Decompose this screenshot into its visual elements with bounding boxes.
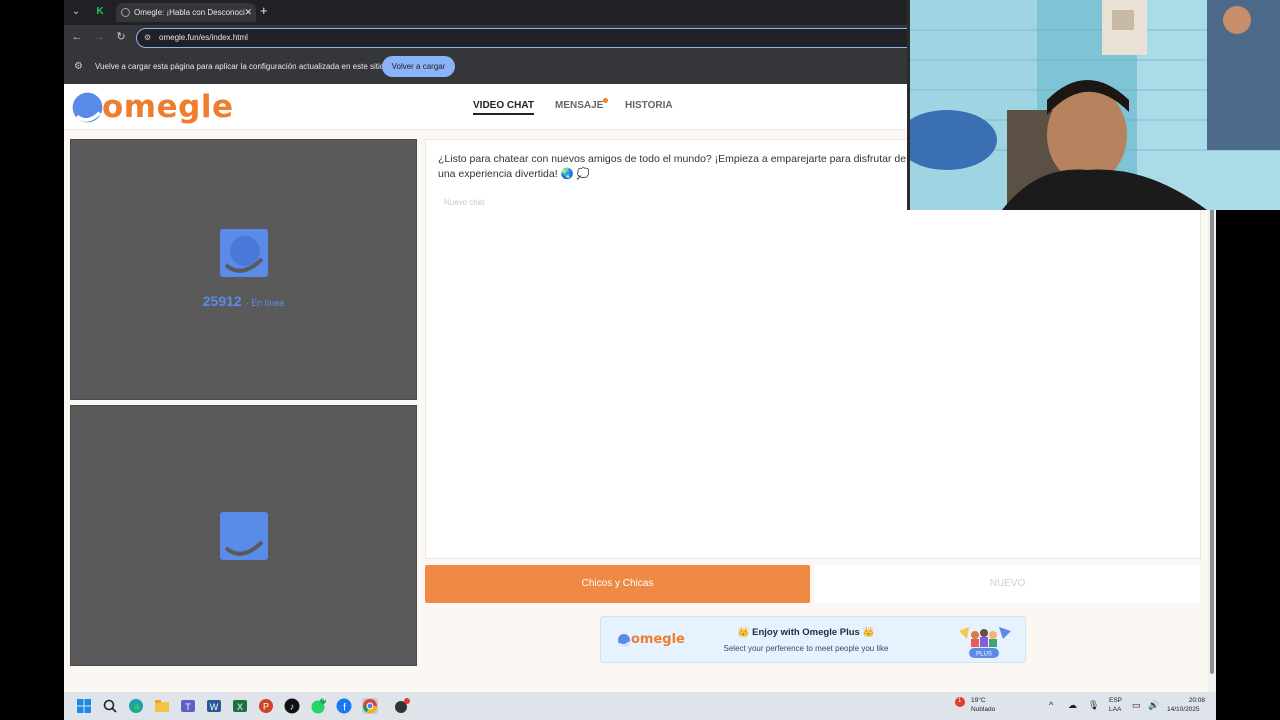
plus-badge: PLUS xyxy=(976,652,992,658)
microphone-icon[interactable]: 🎙 xyxy=(1088,701,1099,710)
tab-title: Omegle: ¡Habla con Desconoci xyxy=(134,8,245,17)
teams-icon[interactable]: T xyxy=(180,698,196,714)
language-bottom[interactable]: LAA xyxy=(1109,706,1121,714)
network-icon[interactable]: ▭ xyxy=(1132,701,1141,710)
banner-subtitle: Select your perference to meet people yo… xyxy=(723,644,889,653)
pinned-extension-icon[interactable]: K xyxy=(92,4,108,20)
word-icon[interactable]: W xyxy=(206,698,222,714)
volume-icon[interactable]: 🔊 xyxy=(1148,701,1159,710)
omegle-logo-icon xyxy=(72,92,103,122)
weather-desc: Nublado xyxy=(971,706,996,713)
whatsapp-badge: 4 xyxy=(322,697,326,703)
site-settings-icon[interactable]: ⚙ xyxy=(144,29,151,47)
infobar-message: Vuelve a cargar esta página para aplicar… xyxy=(95,62,385,71)
url-text: omegle.fun/es/index.html xyxy=(159,33,248,42)
clock-time[interactable]: 20:08 xyxy=(1183,697,1205,705)
chat-status-text: Nuevo chat xyxy=(444,198,485,207)
scroll-thumb[interactable] xyxy=(1210,204,1214,674)
svg-text:T: T xyxy=(185,702,191,712)
new-chat-button[interactable]: NUEVO xyxy=(815,565,1200,603)
loading-favicon-icon xyxy=(121,8,130,17)
search-icon[interactable] xyxy=(102,698,118,714)
logo-text: omegle xyxy=(102,89,234,125)
close-tab-icon[interactable]: ✕ xyxy=(244,3,252,22)
powerpoint-icon[interactable]: P xyxy=(258,698,274,714)
chrome-icon[interactable] xyxy=(362,698,378,714)
gender-filter-button[interactable]: Chicos y Chicas xyxy=(425,565,810,603)
clock-date[interactable]: 14/10/2025 xyxy=(1167,706,1200,714)
banner-logo-icon xyxy=(618,633,630,646)
banner-logo-text: omegle xyxy=(631,632,685,647)
weather-temp: 19°C xyxy=(971,697,986,704)
svg-text:f: f xyxy=(343,703,346,714)
file-explorer-icon[interactable] xyxy=(154,698,170,714)
nav-historia[interactable]: HISTORIA xyxy=(625,100,673,111)
back-icon[interactable]: ← xyxy=(70,30,84,44)
banner-logo: omegle xyxy=(617,632,685,647)
taskbar: T W X P ♪ 4 f 1 19°C Nublado ^ ☁ 🎙 ESP L… xyxy=(64,692,1216,720)
local-video-panel xyxy=(70,405,417,666)
omegle-logo[interactable]: omegle xyxy=(70,89,233,125)
edge-icon[interactable] xyxy=(128,698,144,714)
remote-video-panel: 25912 · En línea xyxy=(70,139,417,400)
webcam-overlay xyxy=(907,0,1280,210)
settings-gear-icon: ⚙ xyxy=(74,61,83,72)
svg-text:P: P xyxy=(263,702,269,712)
facebook-icon[interactable]: f xyxy=(336,698,352,714)
people-illustration-icon: PLUS xyxy=(959,627,1011,658)
svg-text:♪: ♪ xyxy=(290,702,295,712)
forward-icon[interactable]: → xyxy=(92,30,106,44)
screen: ⌄ K Omegle: ¡Habla con Desconoci ✕ + ← →… xyxy=(0,0,1280,720)
svg-text:X: X xyxy=(237,702,243,712)
nav-mensaje[interactable]: MENSAJE xyxy=(555,98,609,111)
browser-tab[interactable]: Omegle: ¡Habla con Desconoci ✕ xyxy=(116,3,256,22)
cloud-icon[interactable]: ☁ xyxy=(1068,701,1077,710)
online-label: · En línea xyxy=(245,298,285,308)
new-tab-icon[interactable]: + xyxy=(260,3,268,18)
nav-video-chat[interactable]: VIDEO CHAT xyxy=(473,100,534,115)
omegle-placeholder-icon xyxy=(220,229,268,277)
chevron-up-icon[interactable]: ^ xyxy=(1049,701,1053,710)
reload-button[interactable]: Volver a cargar xyxy=(382,56,455,77)
reload-icon[interactable]: ↻ xyxy=(114,30,128,44)
banner-title: 👑 Enjoy with Omegle Plus 👑 xyxy=(737,627,875,638)
weather-badge: 1 xyxy=(958,698,962,704)
online-counter: 25912 · En línea xyxy=(71,293,416,311)
svg-text:W: W xyxy=(210,702,219,712)
tab-search-icon[interactable]: ⌄ xyxy=(68,4,84,20)
language-top[interactable]: ESP xyxy=(1109,697,1122,705)
notification-dot xyxy=(603,98,609,103)
omegle-placeholder-icon xyxy=(220,512,268,560)
tiktok-icon[interactable]: ♪ xyxy=(284,698,300,714)
chat-intro-text: ¿Listo para chatear con nuevos amigos de… xyxy=(438,153,907,180)
online-count: 25912 xyxy=(202,293,242,309)
omegle-plus-banner[interactable]: omegle 👑 Enjoy with Omegle Plus 👑 Select… xyxy=(600,616,1026,663)
excel-icon[interactable]: X xyxy=(232,698,248,714)
app-icon[interactable] xyxy=(394,698,410,714)
windows-start-icon[interactable] xyxy=(76,698,92,714)
nav-mensaje-label: MENSAJE xyxy=(555,100,604,111)
